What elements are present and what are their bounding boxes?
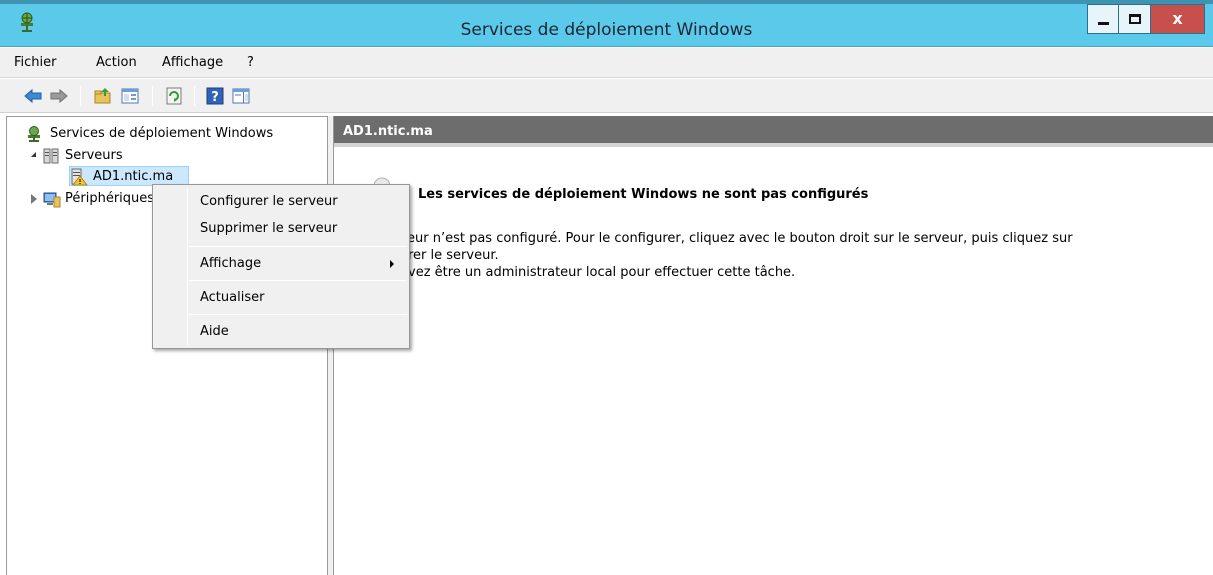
minimize-button[interactable]	[1087, 4, 1119, 34]
view-label: Affichage	[200, 256, 262, 271]
menu-affichage[interactable]: Affichage	[162, 55, 223, 70]
svg-text:?: ?	[211, 90, 219, 105]
menu-item-refresh[interactable]: Actualiser	[156, 286, 408, 310]
tree-servers-label: Serveurs	[65, 148, 123, 163]
up-folder-icon[interactable]	[94, 87, 112, 105]
help-icon[interactable]: ?	[206, 87, 224, 105]
title-bar[interactable]: Services de déploiement Windows x	[0, 0, 1213, 47]
close-button[interactable]: x	[1151, 4, 1205, 34]
collapse-arrow-icon[interactable]	[31, 152, 36, 157]
info-text-line-3: vez être un administrateur local pour ef…	[408, 265, 796, 280]
refresh-label: Actualiser	[200, 290, 265, 305]
forward-arrow-icon[interactable]	[50, 87, 68, 105]
menu-item-remove-server[interactable]: Supprimer le serveur	[156, 217, 408, 241]
configure-server-label: Configurer le serveur	[200, 194, 338, 209]
menu-item-configure-server[interactable]: Configurer le serveur	[156, 190, 408, 214]
info-text-line-2: rer le serveur.	[408, 248, 499, 263]
menu-item-view[interactable]: Affichage	[156, 252, 408, 276]
context-menu-separator	[189, 280, 407, 281]
window-title: Services de déploiement Windows	[460, 20, 753, 40]
toolbar-separator	[194, 86, 195, 106]
menu-help[interactable]: ?	[247, 55, 254, 70]
details-header: AD1.ntic.ma	[334, 116, 1213, 147]
menu-bar: Fichier Action Affichage ?	[0, 48, 1213, 78]
toolbar-separator	[80, 86, 81, 106]
tree-devices-label: Périphériques	[65, 191, 155, 206]
back-arrow-icon[interactable]	[24, 87, 42, 105]
tree-item-servers[interactable]: Serveurs	[29, 146, 229, 166]
refresh-icon[interactable]	[165, 87, 183, 105]
status-heading: Les services de déploiement Windows ne s…	[418, 187, 869, 202]
maximize-button[interactable]	[1119, 4, 1151, 34]
toolbar: ?	[0, 79, 1213, 113]
remove-server-label: Supprimer le serveur	[200, 221, 338, 236]
menu-item-help[interactable]: Aide	[156, 320, 408, 344]
server-warning-icon	[70, 168, 88, 190]
context-menu: Configurer le serveur Supprimer le serve…	[152, 184, 410, 349]
tree-item-root[interactable]: Services de déploiement Windows	[25, 124, 325, 144]
submenu-arrow-icon	[390, 260, 394, 268]
toolbar-separator	[152, 86, 153, 106]
menu-action[interactable]: Action	[96, 55, 137, 70]
close-icon: x	[1172, 9, 1183, 28]
tree-root-label: Services de déploiement Windows	[50, 126, 274, 141]
minimize-icon	[1098, 22, 1109, 25]
deployment-services-icon	[25, 125, 43, 147]
title-bar-top-strip	[0, 0, 1213, 4]
devices-icon	[43, 190, 61, 212]
maximize-icon	[1129, 14, 1141, 24]
context-menu-separator	[189, 314, 407, 315]
action-pane-icon[interactable]	[232, 87, 250, 105]
expand-arrow-icon[interactable]	[31, 194, 37, 204]
servers-icon	[43, 147, 59, 169]
menu-fichier[interactable]: Fichier	[14, 55, 57, 70]
context-menu-separator	[189, 246, 407, 247]
show-hide-tree-icon[interactable]	[121, 87, 139, 105]
help-label: Aide	[200, 324, 229, 339]
details-header-title: AD1.ntic.ma	[343, 124, 433, 139]
details-pane: AD1.ntic.ma Les services de déploiement …	[333, 116, 1213, 575]
info-text-line-1: eur n’est pas configuré. Pour le configu…	[407, 231, 1073, 246]
tree-server-label: AD1.ntic.ma	[93, 169, 174, 184]
